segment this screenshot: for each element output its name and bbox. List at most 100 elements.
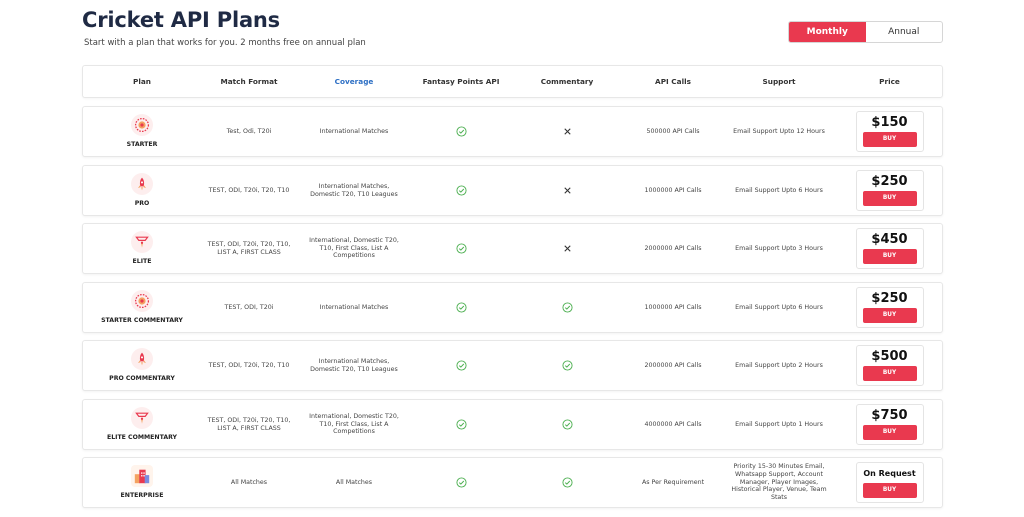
page-subtitle: Start with a plan that works for you. 2 … — [84, 38, 366, 48]
api-calls-cell: 2000000 API Calls — [644, 361, 702, 369]
price-value: On Request — [863, 469, 916, 478]
billing-toggle: Monthly Annual — [788, 21, 943, 43]
price-cell: $450 BUY — [835, 224, 944, 273]
plan-name: STARTER COMMENTARY — [101, 317, 183, 325]
match-format-cell: TEST, ODI, T20i — [224, 303, 274, 311]
crown-icon — [131, 407, 153, 430]
price-box: $750 BUY — [855, 404, 924, 445]
rocket-icon — [131, 173, 153, 196]
price-box: $250 BUY — [855, 287, 924, 328]
plan-cell: ENTERPRISE — [83, 458, 201, 507]
support-cell: Email Support Upto 12 Hours — [733, 127, 825, 135]
price-value: $250 — [871, 291, 908, 306]
plan-cell: ELITE — [83, 224, 201, 273]
price-box: $250 BUY — [855, 170, 924, 211]
match-format-cell: All Matches — [230, 478, 268, 486]
support-cell: Email Support Upto 6 Hours — [735, 186, 823, 194]
match-format-cell: TEST, ODI, T20i, T20, T10, LIST A, FIRST… — [207, 416, 291, 432]
buy-button[interactable]: BUY — [862, 191, 917, 206]
check-circle-icon — [561, 477, 573, 488]
price-cell: $250 BUY — [835, 166, 944, 215]
price-cell: $750 BUY — [835, 400, 944, 449]
buildings-icon — [131, 465, 153, 488]
price-value: $450 — [871, 232, 908, 247]
plan-cell: PRO — [83, 166, 201, 215]
fantasy-points-cell — [411, 107, 511, 156]
monthly-toggle-button[interactable]: Monthly — [789, 22, 866, 42]
buy-button[interactable]: BUY — [862, 483, 917, 498]
coverage-cell: International Matches — [319, 303, 389, 311]
coverage-cell: All Matches — [335, 478, 373, 486]
plan-cell: PRO COMMENTARY — [83, 341, 201, 390]
plan-name: ENTERPRISE — [120, 492, 164, 500]
check-circle-icon — [455, 126, 467, 137]
check-circle-icon — [455, 302, 467, 313]
plan-row: PRO TEST, ODI, T20i, T20, T10 Internationa… — [82, 165, 943, 216]
plan-name: PRO — [134, 200, 150, 208]
match-format-cell: TEST, ODI, T20i, T20, T10 — [208, 361, 290, 369]
match-format-cell: TEST, ODI, T20i, T20, T10, LIST A, FIRST… — [207, 240, 291, 256]
price-cell: $150 BUY — [835, 107, 944, 156]
coverage-cell: International, Domestic T20, T10, First … — [309, 412, 399, 436]
price-value: $150 — [871, 115, 908, 130]
header-price: Price — [879, 76, 900, 86]
cross-icon — [562, 126, 573, 137]
check-circle-icon — [561, 302, 573, 313]
support-cell: Email Support Upto 1 Hours — [735, 420, 823, 428]
target-badge-icon — [131, 114, 153, 137]
header-coverage[interactable]: Coverage — [297, 66, 411, 97]
buy-button[interactable]: BUY — [862, 366, 917, 381]
commentary-cell — [511, 458, 623, 507]
support-cell: Priority 15-30 Minutes Email, Whatsapp S… — [731, 462, 827, 502]
api-calls-cell: 4000000 API Calls — [644, 420, 702, 428]
check-circle-icon — [455, 419, 467, 430]
header-commentary: Commentary — [540, 76, 594, 86]
plan-name: STARTER — [126, 141, 158, 149]
price-cell: $500 BUY — [835, 341, 944, 390]
commentary-cell — [511, 107, 623, 156]
coverage-cell: International Matches, Domestic T20, T10… — [310, 182, 398, 198]
rocket-icon — [131, 348, 153, 371]
fantasy-points-cell — [411, 224, 511, 273]
support-cell: Email Support Upto 6 Hours — [735, 303, 823, 311]
table-header: Plan Match Format Coverage Fantasy Point… — [82, 65, 943, 98]
crown-icon — [131, 231, 153, 254]
check-circle-icon — [561, 419, 573, 430]
buy-button[interactable]: BUY — [862, 132, 917, 147]
plan-cell: STARTER — [83, 107, 201, 156]
check-circle-icon — [455, 360, 467, 371]
buy-button[interactable]: BUY — [862, 249, 917, 264]
price-cell: $250 BUY — [835, 283, 944, 332]
check-circle-icon — [561, 360, 573, 371]
header-fantasy-points: Fantasy Points API — [422, 76, 500, 86]
price-cell: On Request BUY — [835, 458, 944, 507]
fantasy-points-cell — [411, 458, 511, 507]
annual-toggle-button[interactable]: Annual — [866, 22, 943, 42]
plan-cell: STARTER COMMENTARY — [83, 283, 201, 332]
cross-icon — [562, 185, 573, 196]
api-calls-cell: 1000000 API Calls — [644, 303, 702, 311]
match-format-cell: TEST, ODI, T20i, T20, T10 — [208, 186, 290, 194]
plan-name: PRO COMMENTARY — [109, 375, 175, 383]
price-value: $750 — [871, 408, 908, 423]
fantasy-points-cell — [411, 341, 511, 390]
plan-row: STARTER COMMENTARY TEST, ODI, T20i Interna… — [82, 282, 943, 333]
commentary-cell — [511, 400, 623, 449]
header-support: Support — [762, 76, 796, 86]
buy-button[interactable]: BUY — [862, 425, 917, 440]
coverage-cell: International, Domestic T20, T10, First … — [309, 236, 399, 260]
header-plan: Plan — [133, 76, 151, 86]
plan-name: ELITE COMMENTARY — [106, 434, 178, 442]
header-api-calls: API Calls — [655, 76, 691, 86]
coverage-cell: International Matches, Domestic T20, T10… — [310, 357, 398, 373]
commentary-cell — [511, 283, 623, 332]
buy-button[interactable]: BUY — [862, 308, 917, 323]
commentary-cell — [511, 166, 623, 215]
commentary-cell — [511, 224, 623, 273]
plan-row: STARTER Test, Odi, T20i International Matc… — [82, 106, 943, 157]
check-circle-icon — [455, 185, 467, 196]
fantasy-points-cell — [411, 166, 511, 215]
coverage-cell: International Matches — [319, 127, 389, 135]
price-box: $150 BUY — [855, 111, 924, 152]
match-format-cell: Test, Odi, T20i — [226, 127, 272, 135]
